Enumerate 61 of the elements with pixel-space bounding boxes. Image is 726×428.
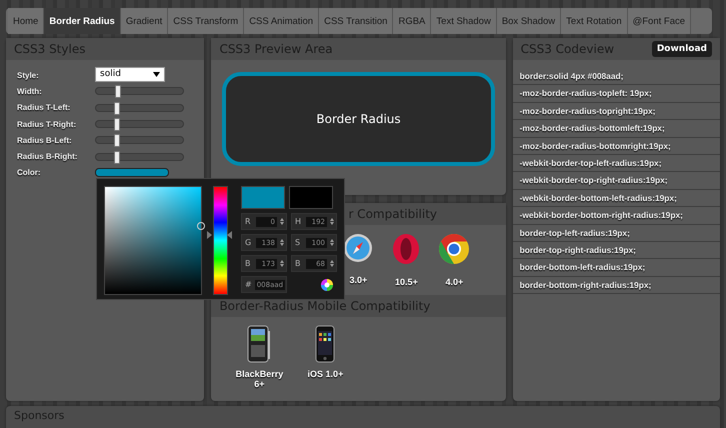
code-line: border-bottom-left-radius:19px;	[512, 259, 720, 277]
browser-version: 10.5+	[395, 277, 418, 287]
control-label: Width:	[17, 86, 43, 96]
slider-handle[interactable]	[114, 134, 120, 148]
code-line: -webkit-border-top-right-radius:19px;	[512, 172, 720, 190]
saturation-field[interactable]	[104, 186, 202, 295]
chrome-icon	[438, 233, 470, 265]
spinner-icon	[280, 218, 284, 225]
code-line: border-top-left-radius:19px;	[512, 224, 720, 242]
tab[interactable]: Border Radius	[44, 8, 121, 34]
caret-icon	[153, 72, 160, 77]
spinner-icon	[280, 260, 284, 267]
letter-o-icon	[392, 233, 420, 265]
slider-handle[interactable]	[114, 150, 120, 164]
code-line: -moz-border-radius-topright:19px;	[512, 102, 720, 120]
phone-icon	[247, 325, 272, 363]
tab[interactable]: Text Rotation	[561, 8, 628, 34]
slider-handle[interactable]	[114, 118, 120, 132]
code-line: -moz-border-radius-bottomright:19px;	[512, 138, 720, 155]
control-label: Radius B-Left:	[17, 136, 73, 145]
spinner-icon	[280, 239, 284, 246]
browser-version: 4.0+	[446, 277, 464, 287]
spinner-icon	[330, 239, 334, 246]
picker-handle[interactable]	[197, 222, 205, 230]
tab[interactable]: Box Shadow	[496, 8, 562, 34]
tab[interactable]: Gradient	[120, 8, 168, 34]
tab[interactable]: CSS Transform	[168, 8, 244, 34]
code-line: border-bottom-right-radius:19px;	[512, 276, 720, 294]
tab[interactable]: CSS Animation	[244, 8, 320, 34]
style-select[interactable]: solid	[95, 66, 165, 82]
device-version: iOS 1.0+	[308, 369, 344, 379]
control-label: Radius B-Right:	[17, 152, 78, 162]
code-line: -moz-border-radius-bottomleft:19px;	[512, 120, 720, 138]
spinner-icon	[330, 218, 334, 225]
tab[interactable]: RGBA	[393, 8, 432, 34]
compass-icon	[343, 233, 374, 263]
color-wheel-icon[interactable]	[321, 278, 333, 290]
tab[interactable]: @Font Face	[628, 8, 692, 34]
preview-text: Border Radius	[316, 112, 401, 126]
control-label: Style:	[17, 70, 40, 80]
code-line: -webkit-border-bottom-left-radius:19px;	[512, 190, 720, 208]
device-version: BlackBerry 6+	[234, 369, 284, 389]
tab[interactable]: Text Shadow	[431, 8, 497, 34]
tab[interactable]: CSS Transition	[319, 8, 394, 34]
color-field[interactable]	[95, 168, 169, 178]
code-line: -webkit-border-bottom-right-radius:19px;	[512, 207, 720, 225]
code-line: -moz-border-radius-topleft: 19px;	[512, 85, 720, 103]
code-line: border:solid 4px #008aad;	[512, 68, 720, 86]
slider-handle[interactable]	[114, 85, 121, 98]
tab[interactable]: Home	[8, 8, 44, 34]
code-line: border-top-right-radius:19px;	[512, 242, 720, 260]
browser-version: 3.0+	[350, 275, 368, 285]
hue-handle[interactable]	[207, 231, 232, 240]
code-line: -webkit-border-top-left-radius:19px;	[512, 154, 720, 172]
control-label: Radius T-Left:	[17, 103, 72, 112]
control-label: Color:	[17, 168, 42, 178]
smartphone-icon	[315, 325, 336, 363]
slider-handle[interactable]	[114, 102, 120, 115]
download-button[interactable]: Download	[652, 41, 712, 57]
control-label: Radius T-Right:	[17, 120, 78, 129]
spinner-icon	[330, 260, 334, 267]
